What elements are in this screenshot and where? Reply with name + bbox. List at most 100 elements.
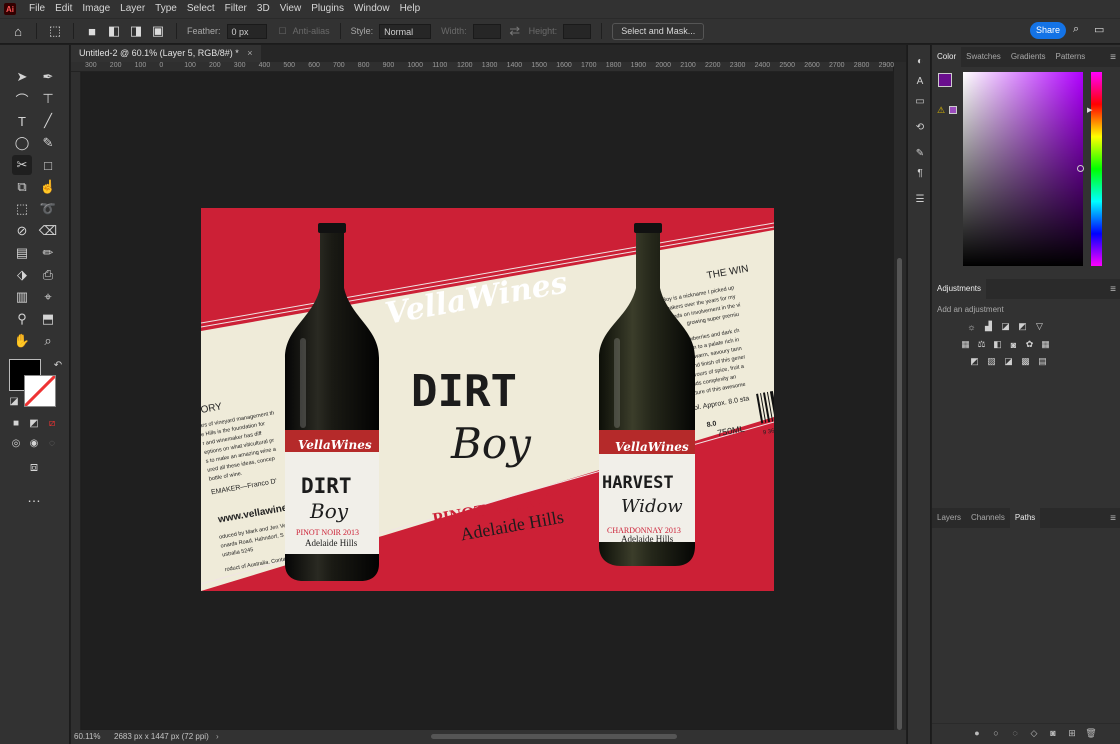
- tab-adjustments[interactable]: Adjustments: [932, 279, 987, 299]
- vibrance-icon[interactable]: ▽: [1034, 321, 1045, 332]
- artboard-tool-icon[interactable]: ⬒: [38, 309, 58, 329]
- menu-edit[interactable]: Edit: [50, 0, 77, 18]
- history-icon[interactable]: ⟲: [914, 121, 926, 133]
- crop-tool-icon[interactable]: ⧉: [12, 177, 32, 197]
- panel-menu-icon[interactable]: ≡: [1110, 513, 1116, 524]
- gradient-map-icon[interactable]: ▤: [1037, 356, 1048, 367]
- style-select[interactable]: Normal: [379, 23, 432, 39]
- lasso-tool-icon[interactable]: ➰: [38, 199, 58, 219]
- swap-dimensions-icon[interactable]: ⇄: [507, 23, 523, 39]
- posterize-icon[interactable]: ▨: [986, 356, 997, 367]
- antialias-checkbox[interactable]: ☐: [279, 26, 287, 37]
- brightness-icon[interactable]: ☼: [966, 321, 977, 332]
- menu-plugins[interactable]: Plugins: [306, 0, 349, 18]
- wine-label-artwork[interactable]: VellaWines DIRT Boy PINOT NOIR 2013 Adel…: [201, 208, 774, 591]
- gradient-fill-icon[interactable]: ◩: [24, 413, 44, 433]
- add-selection-icon[interactable]: ◧: [106, 23, 122, 39]
- marquee-preset-icon[interactable]: ⬚: [47, 23, 63, 39]
- hue-slider-handle-icon[interactable]: ▶: [1087, 106, 1092, 114]
- glyphs-icon[interactable]: A: [914, 75, 926, 87]
- eraser-tool-icon[interactable]: ⌫: [38, 221, 58, 241]
- brush-settings-icon[interactable]: ✎: [914, 147, 926, 159]
- color-foreground-chip[interactable]: [938, 73, 952, 87]
- share-button[interactable]: Share: [1030, 22, 1066, 39]
- line-tool-icon[interactable]: ╱: [38, 111, 58, 131]
- type-tool-icon[interactable]: T: [12, 111, 32, 131]
- move-tool-icon[interactable]: ➤: [12, 67, 32, 87]
- color-picker-field[interactable]: [963, 72, 1084, 266]
- exposure-icon[interactable]: ◩: [1017, 321, 1028, 332]
- zoom-tool-icon[interactable]: ⌕: [38, 331, 58, 351]
- status-menu-icon[interactable]: ›: [216, 732, 219, 741]
- pipette-tool-icon[interactable]: ⚲: [12, 309, 32, 329]
- zoom-readout[interactable]: 60.11%: [74, 732, 101, 741]
- history-brush-icon[interactable]: ◐: [914, 55, 926, 67]
- curves-icon[interactable]: ◪: [1000, 321, 1011, 332]
- levels-icon[interactable]: ▟: [983, 321, 994, 332]
- swap-colors-icon[interactable]: ↶: [48, 355, 68, 375]
- gradient-tool-icon[interactable]: ▤: [12, 243, 32, 263]
- color-picker-cursor[interactable]: [1077, 165, 1084, 172]
- default-colors-icon[interactable]: ◪: [4, 391, 24, 411]
- more-tools-icon[interactable]: …: [24, 487, 44, 507]
- menu-type[interactable]: Type: [150, 0, 182, 18]
- feather-input[interactable]: 0 px: [226, 23, 267, 39]
- search-icon[interactable]: ⌕: [1073, 23, 1087, 37]
- chart-tool-icon[interactable]: ▥: [12, 287, 32, 307]
- subtract-selection-icon[interactable]: ◨: [128, 23, 144, 39]
- tab-swatches[interactable]: Swatches: [961, 47, 1006, 67]
- rectangle-tool-icon[interactable]: □: [38, 155, 58, 175]
- tab-channels[interactable]: Channels: [966, 508, 1010, 528]
- selective-color-icon[interactable]: ▩: [1020, 356, 1031, 367]
- panel-menu-icon[interactable]: ≡: [1110, 52, 1116, 63]
- eyedropper-tool-icon[interactable]: ⌖: [38, 287, 58, 307]
- menu-window[interactable]: Window: [349, 0, 395, 18]
- comments-icon[interactable]: ▭: [914, 95, 926, 107]
- color-balance-icon[interactable]: ⚖: [976, 339, 987, 350]
- draw-inside-icon[interactable]: ◌: [42, 433, 62, 453]
- photo-filter-icon[interactable]: ◙: [1008, 339, 1019, 350]
- pen-tool-icon[interactable]: ✒: [38, 67, 58, 87]
- intersect-selection-icon[interactable]: ▣: [150, 23, 166, 39]
- menu-3d[interactable]: 3D: [252, 0, 275, 18]
- transform-tool-icon[interactable]: ⬚: [12, 199, 32, 219]
- make-work-path-icon[interactable]: ◇: [1029, 728, 1039, 738]
- horizontal-scroll-thumb[interactable]: [431, 734, 677, 739]
- brush-tool-icon[interactable]: ✎: [38, 133, 58, 153]
- close-tab-icon[interactable]: ×: [247, 48, 252, 58]
- select-and-mask-button[interactable]: Select and Mask...: [612, 22, 705, 40]
- channel-mixer-icon[interactable]: ✿: [1024, 339, 1035, 350]
- out-of-gamut-icon[interactable]: ⚠: [937, 105, 945, 116]
- home-icon[interactable]: ⌂: [10, 23, 26, 39]
- color-lookup-icon[interactable]: ▦: [1040, 339, 1051, 350]
- height-input[interactable]: [563, 23, 592, 39]
- new-selection-icon[interactable]: ■: [84, 23, 100, 39]
- tab-paths[interactable]: Paths: [1009, 508, 1041, 528]
- shape-builder-icon[interactable]: ⬗: [12, 265, 32, 285]
- vertical-scrollbar[interactable]: [894, 62, 906, 730]
- scroll-thumb[interactable]: [897, 258, 902, 730]
- fill-color-icon[interactable]: ■: [6, 413, 26, 433]
- add-mask-icon[interactable]: ◙: [1048, 728, 1058, 738]
- width-input[interactable]: [472, 23, 501, 39]
- smudge-tool-icon[interactable]: ☝: [38, 177, 58, 197]
- tab-gradients[interactable]: Gradients: [1006, 47, 1051, 67]
- threshold-icon[interactable]: ◪: [1003, 356, 1014, 367]
- menu-select[interactable]: Select: [182, 0, 220, 18]
- menu-help[interactable]: Help: [395, 0, 426, 18]
- scissors-tool-icon[interactable]: ✂: [12, 155, 32, 175]
- menu-layer[interactable]: Layer: [115, 0, 150, 18]
- delete-path-icon[interactable]: 🗑: [1085, 728, 1096, 738]
- menu-filter[interactable]: Filter: [220, 0, 252, 18]
- document-tab[interactable]: Untitled-2 @ 60.1% (Layer 5, RGB/8#) * ×: [71, 45, 261, 62]
- ellipse-tool-icon[interactable]: ◯: [12, 133, 32, 153]
- load-selection-icon[interactable]: ◌: [1010, 728, 1020, 738]
- screen-mode-icon[interactable]: ⧈: [24, 457, 44, 477]
- tab-patterns[interactable]: Patterns: [1051, 47, 1091, 67]
- hue-saturation-icon[interactable]: ▦: [960, 339, 971, 350]
- panel-menu-icon[interactable]: ≡: [1110, 284, 1116, 295]
- slice-tool-icon[interactable]: ⊘: [12, 221, 32, 241]
- camera-tool-icon[interactable]: ⎙: [38, 265, 58, 285]
- workspace-icon[interactable]: ▭: [1094, 23, 1108, 37]
- paragraph-icon[interactable]: ¶: [914, 167, 926, 179]
